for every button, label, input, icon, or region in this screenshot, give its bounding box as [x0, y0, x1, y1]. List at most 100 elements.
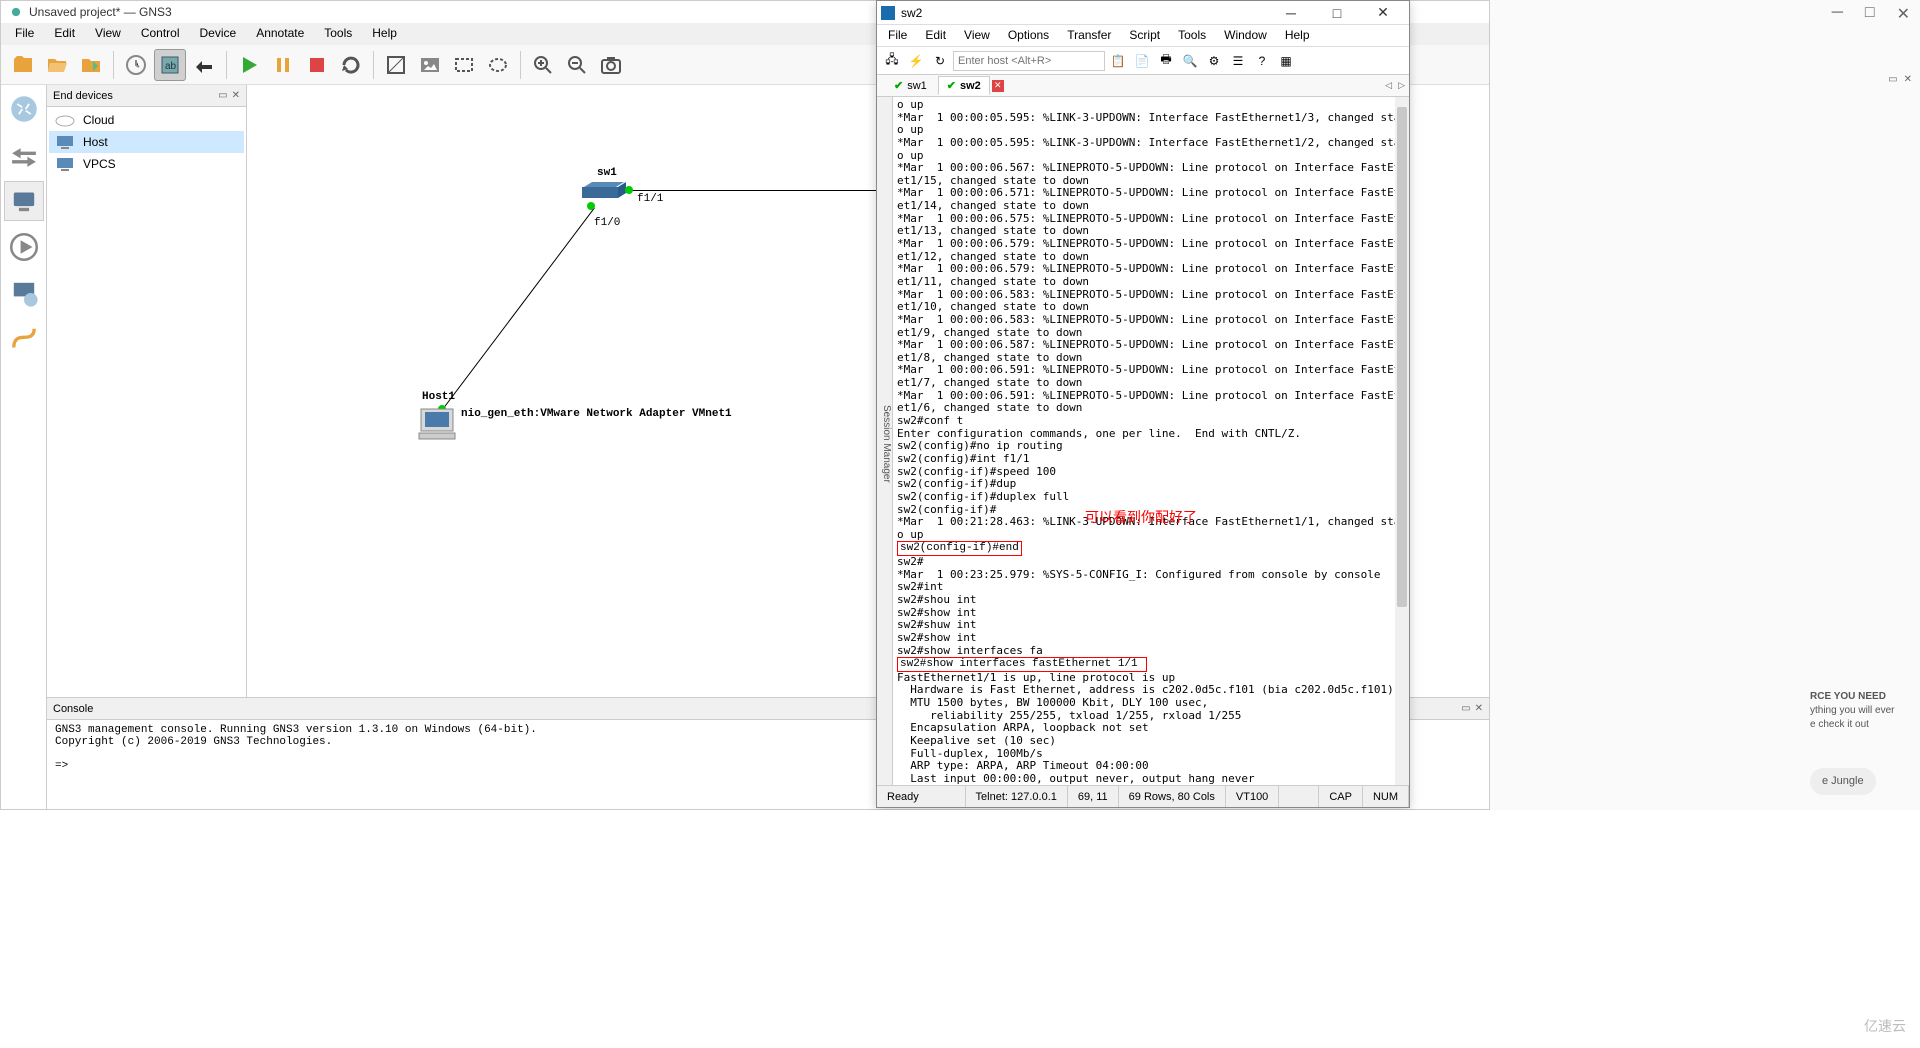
- new-project-button[interactable]: [7, 49, 39, 81]
- menu-tools[interactable]: Tools: [1169, 25, 1215, 46]
- status-term-size: 69 Rows, 80 Cols: [1119, 786, 1226, 807]
- tab-sw2[interactable]: ✔sw2: [938, 76, 990, 95]
- copy-button[interactable]: 📋: [1107, 50, 1129, 72]
- crt-statusbar: Ready Telnet: 127.0.0.1 69, 11 69 Rows, …: [877, 785, 1409, 807]
- end-devices-category-button[interactable]: [4, 181, 44, 221]
- port-label-f10: f1/0: [594, 217, 620, 229]
- device-label: Cloud: [83, 113, 114, 127]
- menu-view[interactable]: View: [85, 23, 131, 45]
- open-project-button[interactable]: [41, 49, 73, 81]
- quick-connect-button[interactable]: ⚡: [905, 50, 927, 72]
- switch-node-sw1[interactable]: [582, 181, 626, 199]
- securecrt-window: sw2 ─ □ ✕ File Edit View Options Transfe…: [876, 0, 1410, 808]
- link-tool-button[interactable]: [4, 319, 44, 359]
- menu-edit[interactable]: Edit: [44, 23, 85, 45]
- reload-all-button[interactable]: [335, 49, 367, 81]
- security-category-button[interactable]: [4, 227, 44, 267]
- menu-tools[interactable]: Tools: [314, 23, 362, 45]
- stop-all-button[interactable]: [301, 49, 333, 81]
- devices-panel-header[interactable]: End devices ▭ ✕: [47, 85, 246, 107]
- menu-file[interactable]: File: [5, 23, 44, 45]
- menu-edit[interactable]: Edit: [916, 25, 955, 46]
- maximize-button[interactable]: □: [1315, 3, 1359, 23]
- switches-category-button[interactable]: [4, 135, 44, 175]
- panel-undock-icon[interactable]: ▭: [1461, 703, 1470, 714]
- page-bottom-whitespace: 亿速云: [0, 810, 1920, 1048]
- tab-close-button[interactable]: ✕: [992, 80, 1004, 92]
- screenshot-button[interactable]: [595, 49, 627, 81]
- panel-close-icon[interactable]: ✕: [1475, 703, 1483, 714]
- pause-all-button[interactable]: [267, 49, 299, 81]
- routers-category-button[interactable]: [4, 89, 44, 129]
- console-panel-title: Console: [53, 703, 93, 715]
- menu-control[interactable]: Control: [131, 23, 190, 45]
- minimize-button[interactable]: ─: [1269, 3, 1313, 23]
- menu-device[interactable]: Device: [190, 23, 247, 45]
- snapshot-button[interactable]: [120, 49, 152, 81]
- session-manager-sidebar[interactable]: Session Manager: [877, 97, 893, 785]
- save-project-button[interactable]: [75, 49, 107, 81]
- bg-maximize-icon[interactable]: □: [1865, 4, 1875, 24]
- devices-panel-title: End devices: [53, 90, 113, 102]
- help-button[interactable]: ?: [1251, 50, 1273, 72]
- tab-next-icon[interactable]: ▷: [1398, 80, 1405, 91]
- all-devices-category-button[interactable]: [4, 273, 44, 313]
- sessions-button[interactable]: ☰: [1227, 50, 1249, 72]
- crt-session-tabs: ✔sw1 ✔sw2 ✕ ◁ ▷: [877, 75, 1409, 97]
- device-item-cloud[interactable]: Cloud: [49, 109, 244, 131]
- menu-transfer[interactable]: Transfer: [1058, 25, 1120, 46]
- console-all-button[interactable]: [188, 49, 220, 81]
- find-button[interactable]: 🔍: [1179, 50, 1201, 72]
- menu-view[interactable]: View: [955, 25, 999, 46]
- panel-undock-icon[interactable]: ▭: [218, 90, 227, 101]
- paste-button[interactable]: 📄: [1131, 50, 1153, 72]
- rectangle-button[interactable]: [448, 49, 480, 81]
- widget-button[interactable]: e Jungle: [1810, 768, 1876, 795]
- zoom-in-button[interactable]: [527, 49, 559, 81]
- bg-close-icon[interactable]: ✕: [1897, 4, 1910, 24]
- status-cap: CAP: [1319, 786, 1363, 807]
- host-input[interactable]: [953, 51, 1105, 71]
- device-item-host[interactable]: Host: [49, 131, 244, 153]
- tab-prev-icon[interactable]: ◁: [1385, 80, 1392, 91]
- status-cursor-pos: 69, 11: [1068, 786, 1119, 807]
- crt-titlebar[interactable]: sw2 ─ □ ✕: [877, 1, 1409, 25]
- crt-menubar: File Edit View Options Transfer Script T…: [877, 25, 1409, 47]
- print-button[interactable]: 🖶: [1155, 50, 1177, 72]
- crt-toolbar: 🖧 ⚡ ↻ 📋 📄 🖶 🔍 ⚙ ☰ ? ▦: [877, 47, 1409, 75]
- show-interfaces-button[interactable]: ab: [154, 49, 186, 81]
- tile-button[interactable]: ▦: [1275, 50, 1297, 72]
- ellipse-button[interactable]: [482, 49, 514, 81]
- bg-minimize-icon[interactable]: ─: [1832, 4, 1843, 24]
- panel-close-icon[interactable]: ✕: [232, 90, 240, 101]
- tab-sw1[interactable]: ✔sw1: [885, 76, 936, 95]
- node-label-host1: Host1: [422, 391, 455, 403]
- properties-button[interactable]: ⚙: [1203, 50, 1225, 72]
- terminal-output[interactable]: o up *Mar 1 00:00:05.595: %LINK-3-UPDOWN…: [893, 97, 1409, 785]
- menu-script[interactable]: Script: [1120, 25, 1169, 46]
- menu-help[interactable]: Help: [1276, 25, 1319, 46]
- zoom-out-button[interactable]: [561, 49, 593, 81]
- port-dot: [625, 186, 633, 194]
- bg-panel-undock-icon[interactable]: ▭: [1888, 74, 1897, 85]
- menu-help[interactable]: Help: [362, 23, 407, 45]
- reconnect-button[interactable]: ↻: [929, 50, 951, 72]
- widget-heading: RCE YOU NEED: [1810, 691, 1886, 702]
- image-button[interactable]: [414, 49, 446, 81]
- check-icon: ✔: [947, 79, 956, 92]
- connect-button[interactable]: 🖧: [881, 50, 903, 72]
- menu-options[interactable]: Options: [999, 25, 1058, 46]
- note-button[interactable]: [380, 49, 412, 81]
- close-button[interactable]: ✕: [1361, 3, 1405, 23]
- background-widget: RCE YOU NEED ything you will ever e chec…: [1810, 690, 1920, 795]
- menu-file[interactable]: File: [879, 25, 916, 46]
- device-item-vpcs[interactable]: VPCS: [49, 153, 244, 175]
- bg-panel-close-icon[interactable]: ✕: [1904, 74, 1912, 85]
- menu-window[interactable]: Window: [1215, 25, 1276, 46]
- menu-annotate[interactable]: Annotate: [246, 23, 314, 45]
- terminal-text-bot: FastEthernet1/1 is up, line protocol is …: [897, 672, 1405, 785]
- terminal-vscrollbar[interactable]: [1395, 97, 1409, 785]
- host-node-host1[interactable]: [417, 407, 457, 441]
- start-all-button[interactable]: [233, 49, 265, 81]
- node-label-sw1: sw1: [597, 167, 617, 179]
